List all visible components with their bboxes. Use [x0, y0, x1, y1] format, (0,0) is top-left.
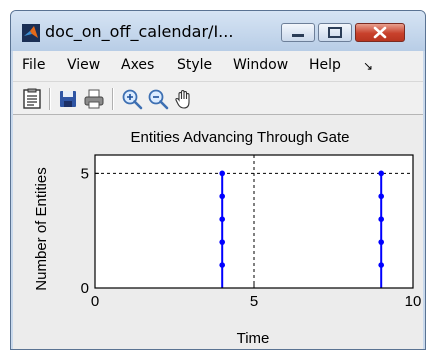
chart-title: Entities Advancing Through Gate — [130, 129, 349, 146]
x-tick-label: 5 — [250, 293, 258, 310]
data-point — [378, 216, 385, 223]
pan-icon[interactable] — [173, 88, 195, 110]
window-title: doc_on_off_calendar/I... — [45, 22, 234, 41]
menu-view[interactable]: View — [67, 57, 100, 73]
save-icon[interactable] — [57, 88, 79, 110]
menu-window[interactable]: Window — [233, 57, 288, 73]
data-point — [219, 239, 225, 245]
close-icon — [373, 26, 387, 39]
x-tick-label: 0 — [91, 293, 99, 310]
data-point — [219, 170, 225, 177]
chart: Entities Advancing Through Gate Number o… — [33, 129, 422, 347]
x-axis-label: Time — [237, 330, 270, 347]
maximize-button[interactable] — [318, 23, 352, 42]
close-button[interactable] — [355, 23, 405, 42]
data-point — [219, 216, 225, 223]
minimize-icon — [292, 34, 304, 37]
toolbar-separator — [112, 88, 114, 110]
title-bar[interactable]: doc_on_off_calendar/I... — [11, 11, 425, 51]
data-point — [378, 170, 385, 177]
menu-help[interactable]: Help — [309, 57, 341, 73]
plot-area: 0 5 10 0 5 — [81, 154, 422, 310]
data-point — [378, 262, 385, 268]
minimize-button[interactable] — [281, 23, 315, 42]
data-point — [378, 193, 385, 200]
menu-bar: File View Axes Style Window Help ↘ — [13, 51, 423, 81]
x-tick-label: 10 — [405, 293, 422, 310]
zoom-in-icon[interactable] — [121, 88, 143, 110]
menu-style[interactable]: Style — [177, 57, 212, 73]
figure-area: Entities Advancing Through Gate Number o… — [13, 115, 423, 349]
y-tick-label: 0 — [81, 280, 89, 297]
maximize-icon — [328, 27, 342, 38]
y-tick-label: 5 — [81, 165, 89, 182]
y-axis-label: Number of Entities — [33, 167, 50, 290]
data-point — [219, 193, 225, 200]
print-icon[interactable] — [83, 88, 105, 110]
toolbar-separator — [49, 88, 51, 110]
menu-file[interactable]: File — [22, 57, 45, 73]
menu-axes[interactable]: Axes — [121, 57, 154, 73]
zoom-out-icon[interactable] — [147, 88, 169, 110]
data-point — [219, 262, 225, 268]
menu-overflow-icon[interactable]: ↘ — [363, 59, 373, 73]
data-point — [378, 239, 385, 245]
figure-window: doc_on_off_calendar/I... File View Axes … — [10, 10, 426, 350]
matlab-icon — [22, 24, 40, 42]
toolbar — [13, 81, 423, 115]
properties-icon[interactable] — [21, 88, 43, 110]
